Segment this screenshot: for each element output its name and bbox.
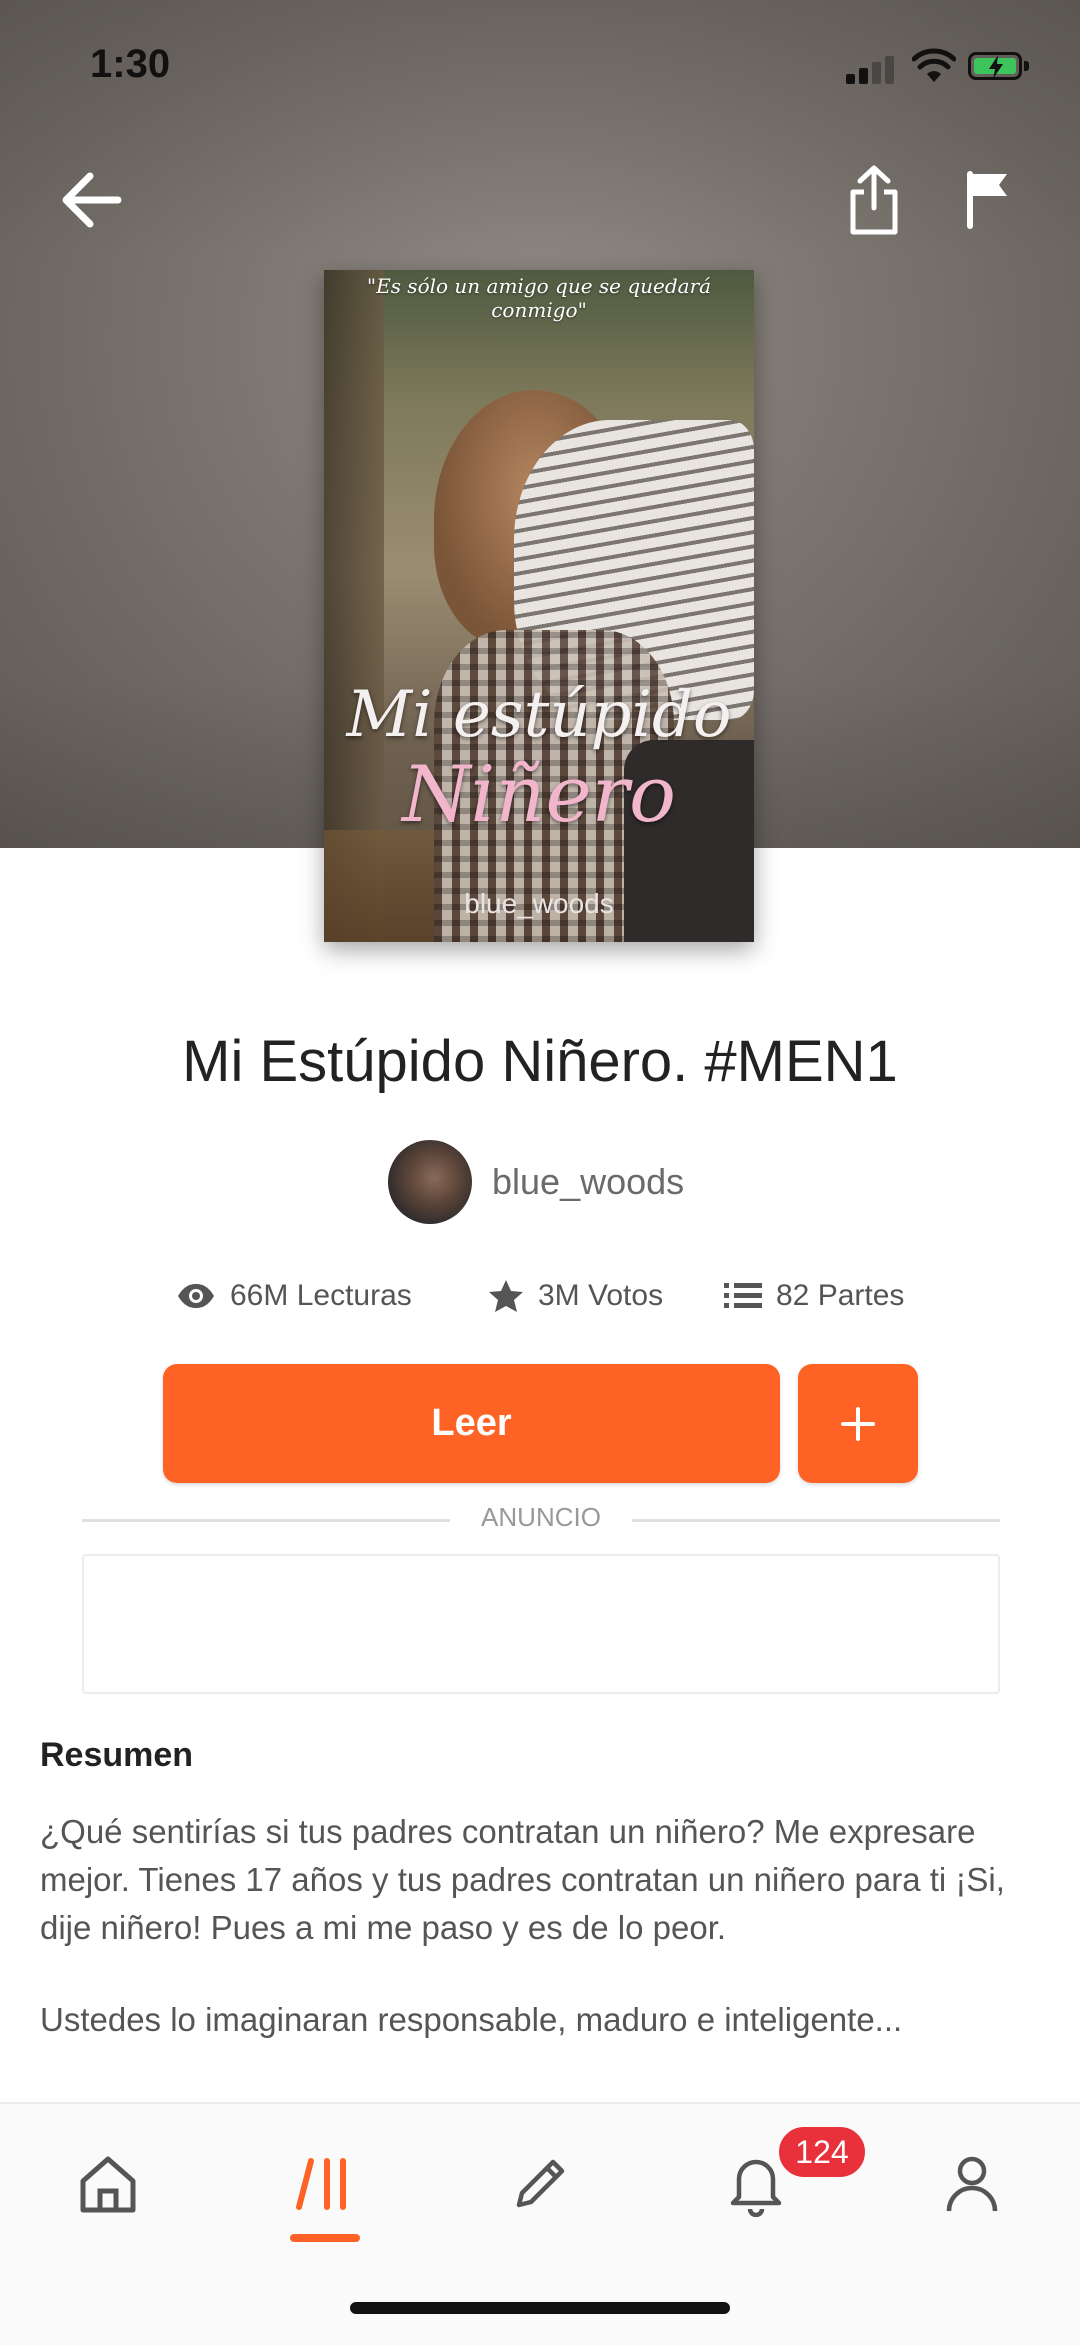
flag-icon <box>967 171 1007 229</box>
list-icon <box>724 1283 762 1308</box>
plus-icon <box>841 1406 875 1441</box>
home-icon <box>80 2156 136 2213</box>
cellular-signal-icon <box>846 52 898 84</box>
summary-paragraph: Ustedes lo imaginaran responsable, madur… <box>40 2001 903 2038</box>
notifications-badge: 124 <box>776 2124 868 2180</box>
back-button[interactable] <box>52 160 132 240</box>
cover-title-line1: Mi estúpido <box>346 678 732 752</box>
read-button[interactable]: Leer <box>163 1364 780 1483</box>
reads-count: 66M Lecturas <box>230 1279 412 1312</box>
book-cover-image: "Es sólo un amigo que se quedará conmigo… <box>324 270 754 942</box>
browse-icon <box>296 2158 346 2210</box>
status-bar: 1:30 <box>0 0 1080 130</box>
nav-browse[interactable] <box>276 2134 376 2234</box>
arrow-left-icon <box>62 172 122 228</box>
reads-stat: 66M Lecturas <box>176 1268 412 1324</box>
battery-charging-icon <box>968 52 1030 82</box>
ad-label: ANUNCIO <box>481 1502 601 1532</box>
status-time: 1:30 <box>90 42 171 86</box>
report-button[interactable] <box>950 158 1026 242</box>
votes-count: 3M Votos <box>538 1279 664 1312</box>
pencil-icon <box>516 2159 565 2208</box>
wifi-icon <box>912 48 956 82</box>
book-stats: 66M Lecturas 3M Votos 82 Partes <box>0 1268 1080 1324</box>
parts-count: 82 Partes <box>776 1279 905 1312</box>
cover-title-line2: Niñero <box>402 750 676 840</box>
add-to-library-button[interactable] <box>798 1364 918 1483</box>
cover-tagline: "Es sólo un amigo que se quedará conmigo… <box>366 274 712 322</box>
book-title: Mi Estúpido Niñero. #MEN1 <box>182 1029 898 1094</box>
share-button[interactable] <box>836 158 912 242</box>
nav-write[interactable] <box>490 2134 590 2234</box>
author-link[interactable]: blue_woods <box>388 1140 684 1224</box>
nav-home[interactable] <box>58 2134 158 2234</box>
summary-text: ¿Qué sentirías si tus padres contratan u… <box>40 1808 1040 2088</box>
cover-author: blue_woods <box>464 888 614 919</box>
home-indicator <box>350 2302 730 2314</box>
profile-icon <box>946 2156 998 2212</box>
share-icon <box>850 165 898 235</box>
summary-paragraph: ¿Qué sentirías si tus padres contratan u… <box>40 1813 1005 1946</box>
author-name[interactable]: blue_woods <box>492 1161 684 1203</box>
ad-divider: ANUNCIO <box>82 1502 1000 1536</box>
parts-stat: 82 Partes <box>724 1268 904 1324</box>
eye-icon <box>178 1284 214 1308</box>
votes-stat: 3M Votos <box>488 1268 663 1324</box>
active-tab-indicator <box>290 2234 360 2242</box>
nav-profile[interactable] <box>922 2134 1022 2234</box>
star-icon <box>489 1280 523 1312</box>
summary-heading: Resumen <box>40 1736 194 1774</box>
author-avatar[interactable] <box>388 1140 472 1224</box>
ad-slot[interactable] <box>82 1554 1000 1694</box>
